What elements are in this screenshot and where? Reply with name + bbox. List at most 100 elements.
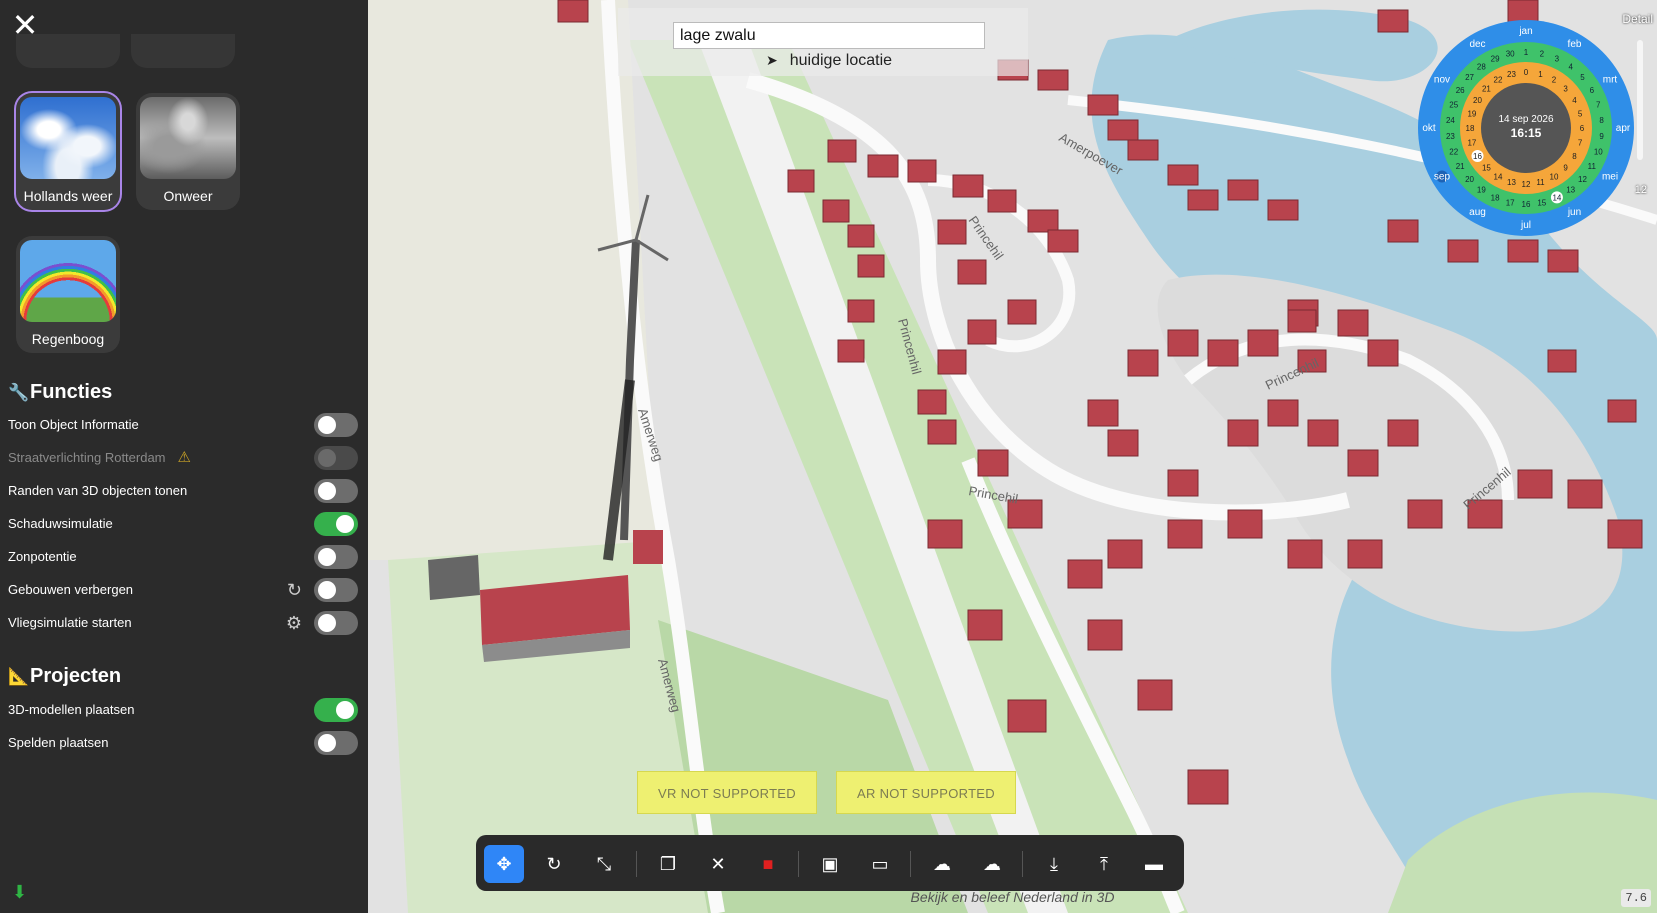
dial-tick[interactable]: 9 bbox=[1563, 164, 1568, 173]
dial-tick[interactable]: 4 bbox=[1568, 63, 1573, 72]
dial-tick[interactable]: 13 bbox=[1507, 178, 1516, 187]
weather-tile-partial[interactable] bbox=[16, 34, 120, 68]
dial-tick[interactable]: 18 bbox=[1466, 124, 1475, 133]
dial-tick[interactable]: 10 bbox=[1550, 172, 1559, 181]
dial-tick[interactable]: 18 bbox=[1491, 193, 1500, 202]
weather-tile-regenboog[interactable]: Regenboog bbox=[16, 236, 120, 353]
dial-tick[interactable]: feb bbox=[1568, 39, 1582, 50]
dial-tick[interactable]: 2 bbox=[1552, 76, 1557, 85]
download-icon[interactable]: ⤓ bbox=[1034, 845, 1074, 883]
map-3d-view[interactable]: Amerweg Amerweg Princenhil Princehil Pri… bbox=[368, 0, 1657, 913]
toggle-switch[interactable] bbox=[314, 698, 358, 722]
dial-tick[interactable]: 12 bbox=[1578, 175, 1587, 184]
trash-icon[interactable]: ■ bbox=[748, 845, 788, 883]
current-location-suggestion[interactable]: ➤ huidige locatie bbox=[766, 52, 892, 70]
upload-icon[interactable]: ⤒ bbox=[1084, 845, 1124, 883]
toggle-switch[interactable] bbox=[314, 578, 358, 602]
dial-tick[interactable]: 24 bbox=[1446, 116, 1455, 125]
dial-tick[interactable]: 7 bbox=[1596, 101, 1601, 110]
dial-tick[interactable]: 1 bbox=[1538, 70, 1543, 79]
dial-tick[interactable]: 7 bbox=[1578, 138, 1583, 147]
dial-tick[interactable]: 22 bbox=[1449, 147, 1458, 156]
dial-tick[interactable]: 14 bbox=[1494, 172, 1503, 181]
dial-tick[interactable]: dec bbox=[1469, 39, 1485, 50]
toggle-switch[interactable] bbox=[314, 413, 358, 437]
dial-tick[interactable]: 2 bbox=[1540, 50, 1545, 59]
dial-tick[interactable]: 15 bbox=[1482, 164, 1491, 173]
scale-icon[interactable]: ⤡ bbox=[584, 845, 624, 883]
dial-tick[interactable]: 6 bbox=[1590, 86, 1595, 95]
toggle-switch[interactable] bbox=[314, 446, 358, 470]
dial-tick[interactable]: 22 bbox=[1494, 76, 1503, 85]
toggle-switch[interactable] bbox=[314, 731, 358, 755]
vr-not-supported-button[interactable]: VR NOT SUPPORTED bbox=[637, 771, 817, 814]
dial-tick[interactable]: nov bbox=[1434, 75, 1450, 86]
dial-tick[interactable]: 25 bbox=[1449, 101, 1458, 110]
dial-tick[interactable]: okt bbox=[1422, 123, 1436, 134]
gear-icon[interactable]: ⚙ bbox=[286, 610, 302, 636]
dial-tick[interactable]: 27 bbox=[1465, 73, 1474, 82]
dial-tick[interactable]: jun bbox=[1567, 207, 1581, 218]
dial-tick[interactable]: 3 bbox=[1555, 55, 1560, 64]
dial-tick[interactable]: 17 bbox=[1506, 198, 1515, 207]
dial-tick[interactable]: 20 bbox=[1465, 175, 1474, 184]
dial-tick[interactable]: 21 bbox=[1482, 84, 1491, 93]
dial-tick[interactable]: 11 bbox=[1536, 178, 1545, 187]
dial-tick[interactable]: sep bbox=[1434, 172, 1451, 183]
dial-tick[interactable]: 19 bbox=[1477, 185, 1486, 194]
date-time-dial[interactable]: janfebmrtaprmeijunjulaugsepoktnovdec 1 23… bbox=[1416, 18, 1636, 238]
dial-tick[interactable]: jan bbox=[1518, 26, 1532, 37]
close-icon[interactable]: ✕ bbox=[698, 845, 738, 883]
dial-tick[interactable]: 9 bbox=[1599, 132, 1604, 141]
weather-tile-partial[interactable] bbox=[131, 34, 235, 68]
dial-tick[interactable]: mrt bbox=[1603, 75, 1618, 86]
dial-tick[interactable]: 0 bbox=[1524, 68, 1529, 77]
cloud-download-icon[interactable]: ☁ bbox=[972, 845, 1012, 883]
dial-tick[interactable]: mei bbox=[1602, 172, 1618, 183]
dial-tick[interactable]: 15 bbox=[1537, 198, 1546, 207]
dial-tick[interactable]: 6 bbox=[1580, 124, 1585, 133]
toggle-switch[interactable] bbox=[314, 479, 358, 503]
dial-tick[interactable]: 13 bbox=[1566, 185, 1575, 194]
dial-tick[interactable]: 23 bbox=[1507, 70, 1516, 79]
toggle-switch[interactable] bbox=[314, 545, 358, 569]
toggle-switch[interactable] bbox=[314, 611, 358, 635]
dial-tick[interactable]: aug bbox=[1469, 207, 1486, 218]
dial-tick[interactable]: apr bbox=[1616, 123, 1631, 134]
folder-icon[interactable]: ▭ bbox=[860, 845, 900, 883]
dial-tick[interactable]: 5 bbox=[1578, 110, 1583, 119]
rotate-icon[interactable]: ↻ bbox=[534, 845, 574, 883]
dial-tick[interactable]: 28 bbox=[1477, 63, 1486, 72]
weather-tile-onweer[interactable]: Onweer bbox=[136, 93, 240, 210]
dial-tick[interactable]: 5 bbox=[1580, 73, 1585, 82]
reset-icon[interactable]: ↻ bbox=[287, 577, 302, 603]
dial-tick[interactable]: 26 bbox=[1456, 86, 1465, 95]
dial-tick[interactable]: 17 bbox=[1467, 138, 1476, 147]
dial-tick[interactable]: 8 bbox=[1599, 116, 1604, 125]
dial-tick[interactable]: 19 bbox=[1467, 110, 1476, 119]
dial-tick[interactable]: 29 bbox=[1491, 55, 1500, 64]
move-icon[interactable]: ✥ bbox=[484, 845, 524, 883]
search-input[interactable] bbox=[673, 22, 985, 49]
dial-tick[interactable]: jul bbox=[1520, 220, 1531, 231]
ar-not-supported-button[interactable]: AR NOT SUPPORTED bbox=[836, 771, 1016, 814]
dial-tick[interactable]: 16 bbox=[1473, 152, 1482, 161]
dial-tick[interactable]: 20 bbox=[1473, 96, 1482, 105]
weather-tile-hollands-weer[interactable]: Hollands weer bbox=[16, 93, 120, 210]
dial-tick[interactable]: 21 bbox=[1456, 162, 1465, 171]
dial-tick[interactable]: 8 bbox=[1572, 152, 1577, 161]
dial-tick[interactable]: 11 bbox=[1588, 162, 1597, 171]
save-icon[interactable]: ▣ bbox=[810, 845, 850, 883]
dial-tick[interactable]: 3 bbox=[1563, 84, 1568, 93]
dial-tick[interactable]: 10 bbox=[1594, 147, 1603, 156]
dial-tick[interactable]: 16 bbox=[1522, 200, 1531, 209]
copy-icon[interactable]: ❐ bbox=[648, 845, 688, 883]
dial-tick[interactable]: 14 bbox=[1552, 193, 1561, 202]
toggle-switch[interactable] bbox=[314, 512, 358, 536]
dial-tick[interactable]: 4 bbox=[1572, 96, 1577, 105]
dial-tick[interactable]: 12 bbox=[1522, 180, 1531, 189]
dial-tick[interactable]: 23 bbox=[1446, 132, 1455, 141]
dial-tick[interactable]: 1 bbox=[1524, 48, 1529, 57]
detail-slider[interactable] bbox=[1637, 40, 1643, 160]
delete-all-icon[interactable]: ▬ bbox=[1134, 845, 1174, 883]
